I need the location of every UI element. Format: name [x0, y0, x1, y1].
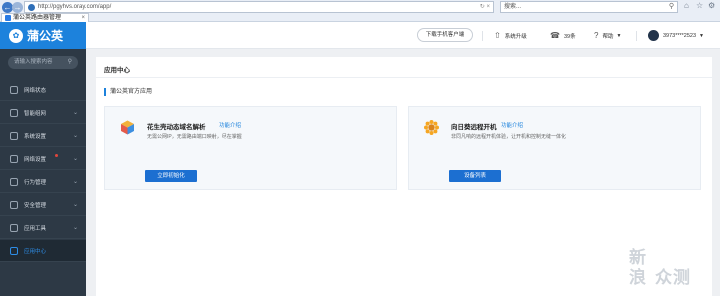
notification-dot: [55, 154, 58, 157]
watermark-char: 新: [629, 248, 647, 267]
forward-icon[interactable]: →: [12, 2, 23, 13]
device-list-button[interactable]: 设备列表: [449, 170, 501, 182]
sidebar-item-system-settings[interactable]: 系统设置 ⌄: [0, 125, 86, 147]
address-text: http://pgyhvs.oray.com/app/: [38, 4, 112, 10]
sidebar-item-app-tools[interactable]: 应用工具 ⌄: [0, 217, 86, 239]
site-icon: [28, 4, 35, 11]
top-header: 下载手机客户端 ⇧ 系统升级 ☎ 39条 ? 帮助 ▼ 3973****2523…: [86, 22, 720, 49]
help-label: 帮助: [602, 33, 614, 40]
header-divider: [636, 31, 637, 41]
card-title: 花生壳动态域名解析: [147, 124, 206, 131]
caret-down-icon: ▼: [699, 32, 704, 39]
logo[interactable]: ✿ 蒲公英: [0, 22, 86, 49]
sidebar-item-network-settings[interactable]: 网络设置 ⌄: [0, 148, 86, 170]
feature-intro-link[interactable]: 功能介绍: [219, 121, 241, 129]
behavior-management-icon: [10, 177, 18, 186]
upgrade-icon: ⇧: [494, 31, 501, 40]
sidebar-item-label: 智能组网: [24, 110, 47, 117]
sunflower-icon: [424, 120, 439, 135]
divider: [96, 77, 712, 78]
bell-icon: ☎: [550, 31, 560, 40]
section-title: 蒲公英官方应用: [104, 88, 152, 96]
sidebar-item-label: 系统设置: [24, 133, 47, 140]
avatar: [648, 30, 659, 41]
tab-title: 蒲公英路由器管理: [13, 15, 62, 21]
header-divider: [482, 31, 483, 41]
app-center-icon: [10, 246, 18, 255]
sidebar-item-security-management[interactable]: 安全管理 ⌄: [0, 194, 86, 216]
system-settings-icon: [10, 131, 18, 140]
address-bar[interactable]: http://pgyhvs.oray.com/app/ ↻ ×: [24, 1, 494, 13]
sidebar-item-label: 应用中心: [24, 248, 47, 255]
browser-tab[interactable]: 蒲公英路由器管理 ×: [1, 13, 89, 22]
chevron-down-icon: ⌄: [72, 179, 78, 185]
tab-favicon-icon: [5, 15, 11, 21]
refresh-icon[interactable]: ↻ ×: [480, 2, 490, 12]
caret-down-icon: ▼: [616, 32, 622, 39]
browser-search-placeholder: 搜索...: [504, 4, 522, 10]
sidebar-item-label: 行为管理: [24, 179, 47, 186]
sidebar-search-input[interactable]: 请输入搜索内容 ⚲: [8, 56, 78, 69]
chevron-down-icon: ⌄: [72, 156, 78, 162]
browser-chrome: ← → http://pgyhvs.oray.com/app/ ↻ × 搜索..…: [0, 0, 720, 22]
watermark-text: 众测: [655, 268, 691, 287]
chevron-down-icon: ⌄: [72, 110, 78, 116]
feature-intro-link[interactable]: 功能介绍: [501, 121, 523, 129]
card-title: 向日葵远程开机: [451, 124, 497, 131]
main-panel: 应用中心 蒲公英官方应用 花生壳动态域名解析 功能介绍 无需公网IP，无需路由端…: [96, 57, 712, 296]
sidebar-item-network-status[interactable]: 网络状态: [0, 79, 86, 101]
sidebar-item-smart-network[interactable]: 智能组网 ⌄: [0, 102, 86, 124]
toolbox-icon: [10, 223, 18, 232]
sidebar-item-label: 网络设置: [24, 156, 47, 163]
network-status-icon: [10, 85, 18, 94]
network-settings-icon: [10, 154, 18, 163]
app-card-peanut-ddns: 花生壳动态域名解析 功能介绍 无需公网IP，无需路由端口映射，尽在掌握 立即初始…: [104, 106, 397, 190]
home-icon[interactable]: ⌂: [684, 1, 689, 10]
shield-icon: [10, 200, 18, 209]
system-upgrade-button[interactable]: ⇧ 系统升级: [494, 22, 527, 49]
browser-search-box[interactable]: 搜索... ⚲: [500, 1, 678, 13]
dandelion-logo-icon: ✿: [9, 28, 23, 43]
page-title: 应用中心: [104, 67, 130, 74]
help-button[interactable]: ? 帮助 ▼: [594, 22, 621, 49]
settings-gear-icon[interactable]: ⚙: [708, 1, 715, 10]
chevron-down-icon: ⌄: [72, 225, 78, 231]
card-description: 非同凡响的远程开机体验，让开机和控制无缝一体化: [451, 134, 567, 140]
notifications-button[interactable]: ☎ 39条: [550, 22, 576, 49]
chevron-down-icon: ⌄: [72, 133, 78, 139]
help-icon: ?: [594, 31, 599, 40]
smart-network-icon: [10, 108, 18, 117]
notify-count: 39条: [563, 33, 576, 40]
sidebar-search-placeholder: 请输入搜索内容: [14, 59, 53, 65]
card-description: 无需公网IP，无需路由端口映射，尽在掌握: [147, 134, 242, 140]
search-icon[interactable]: ⚲: [669, 2, 674, 12]
app-card-sunflower-wake: 向日葵远程开机 功能介绍 非同凡响的远程开机体验，让开机和控制无缝一体化 设备列…: [408, 106, 701, 190]
initialize-button[interactable]: 立即初始化: [145, 170, 197, 182]
user-menu[interactable]: 3973****2523 ▼: [648, 22, 704, 49]
sidebar-item-label: 网络状态: [24, 87, 47, 94]
sidebar-item-app-center[interactable]: 应用中心: [0, 240, 86, 262]
peanut-shell-cube-icon: [121, 120, 134, 135]
logo-text: 蒲公英: [27, 29, 64, 43]
chevron-down-icon: ⌄: [72, 202, 78, 208]
watermark: 新 浪众测: [629, 248, 713, 288]
watermark-char: 浪: [629, 268, 647, 287]
favorites-icon[interactable]: ☆: [696, 1, 703, 10]
tab-close-icon[interactable]: ×: [81, 14, 85, 22]
user-name: 3973****2523: [663, 32, 697, 39]
sidebar-item-label: 安全管理: [24, 202, 47, 209]
sidebar-item-behavior-management[interactable]: 行为管理 ⌄: [0, 171, 86, 193]
search-icon[interactable]: ⚲: [68, 56, 72, 69]
sidebar: ✿ 蒲公英 请输入搜索内容 ⚲ 网络状态 智能组网 ⌄ 系统设置 ⌄ 网络设置 …: [0, 22, 86, 296]
sidebar-item-label: 应用工具: [24, 225, 47, 232]
download-client-button[interactable]: 下载手机客户端: [417, 28, 473, 42]
upgrade-label: 系统升级: [504, 33, 527, 40]
